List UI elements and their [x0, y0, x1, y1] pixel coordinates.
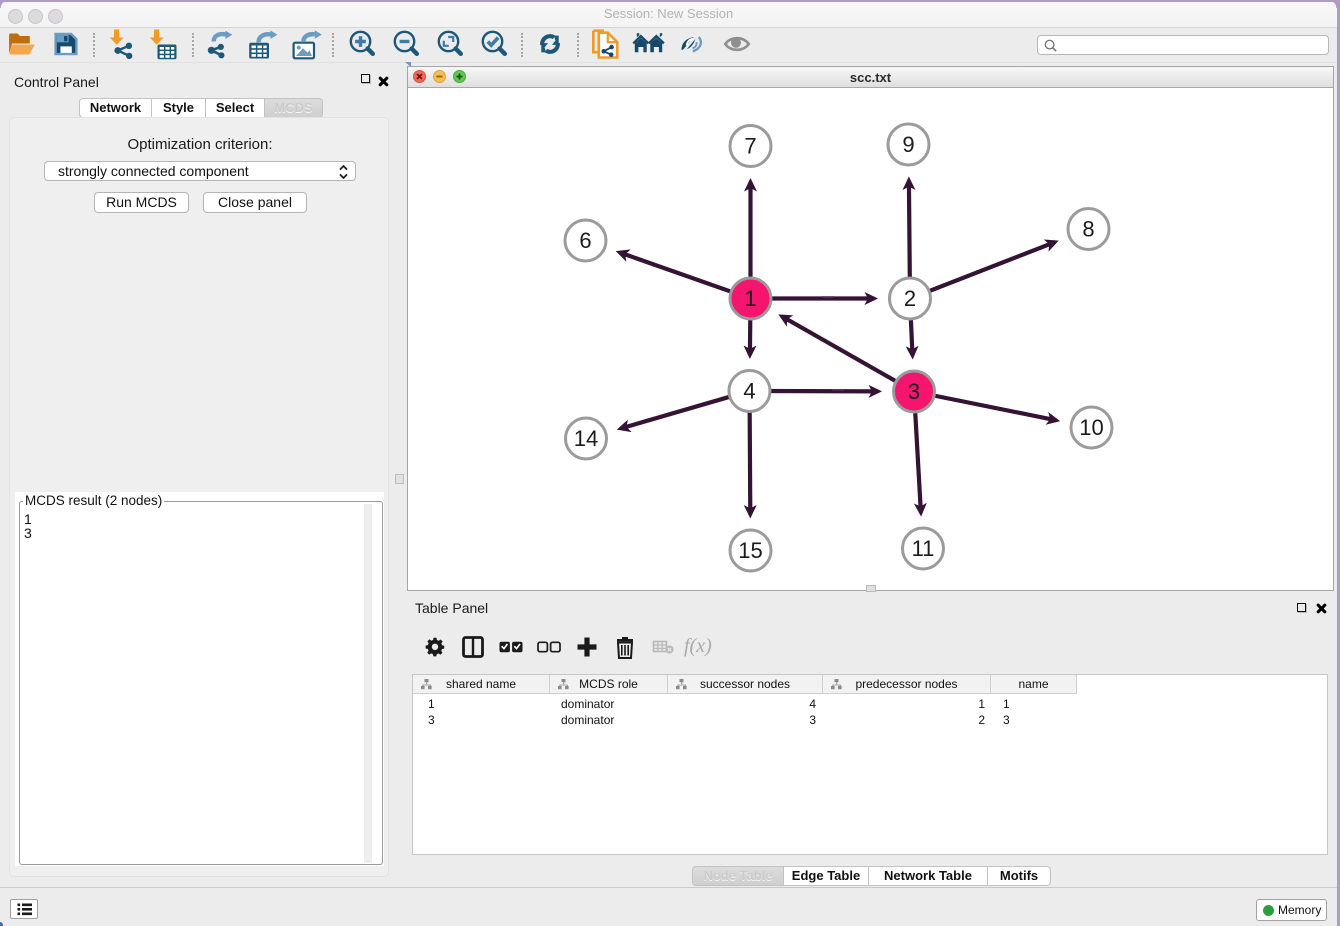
svg-text:10: 10 — [1079, 415, 1103, 440]
svg-text:9: 9 — [902, 132, 914, 157]
svg-text:2: 2 — [904, 286, 916, 311]
svg-text:7: 7 — [744, 134, 756, 159]
svg-text:14: 14 — [574, 426, 598, 451]
svg-text:15: 15 — [738, 538, 762, 563]
svg-text:4: 4 — [743, 379, 755, 404]
svg-text:8: 8 — [1082, 217, 1094, 242]
svg-text:11: 11 — [912, 536, 935, 561]
svg-text:3: 3 — [908, 379, 920, 404]
svg-text:1: 1 — [744, 286, 756, 311]
svg-text:6: 6 — [579, 228, 591, 253]
